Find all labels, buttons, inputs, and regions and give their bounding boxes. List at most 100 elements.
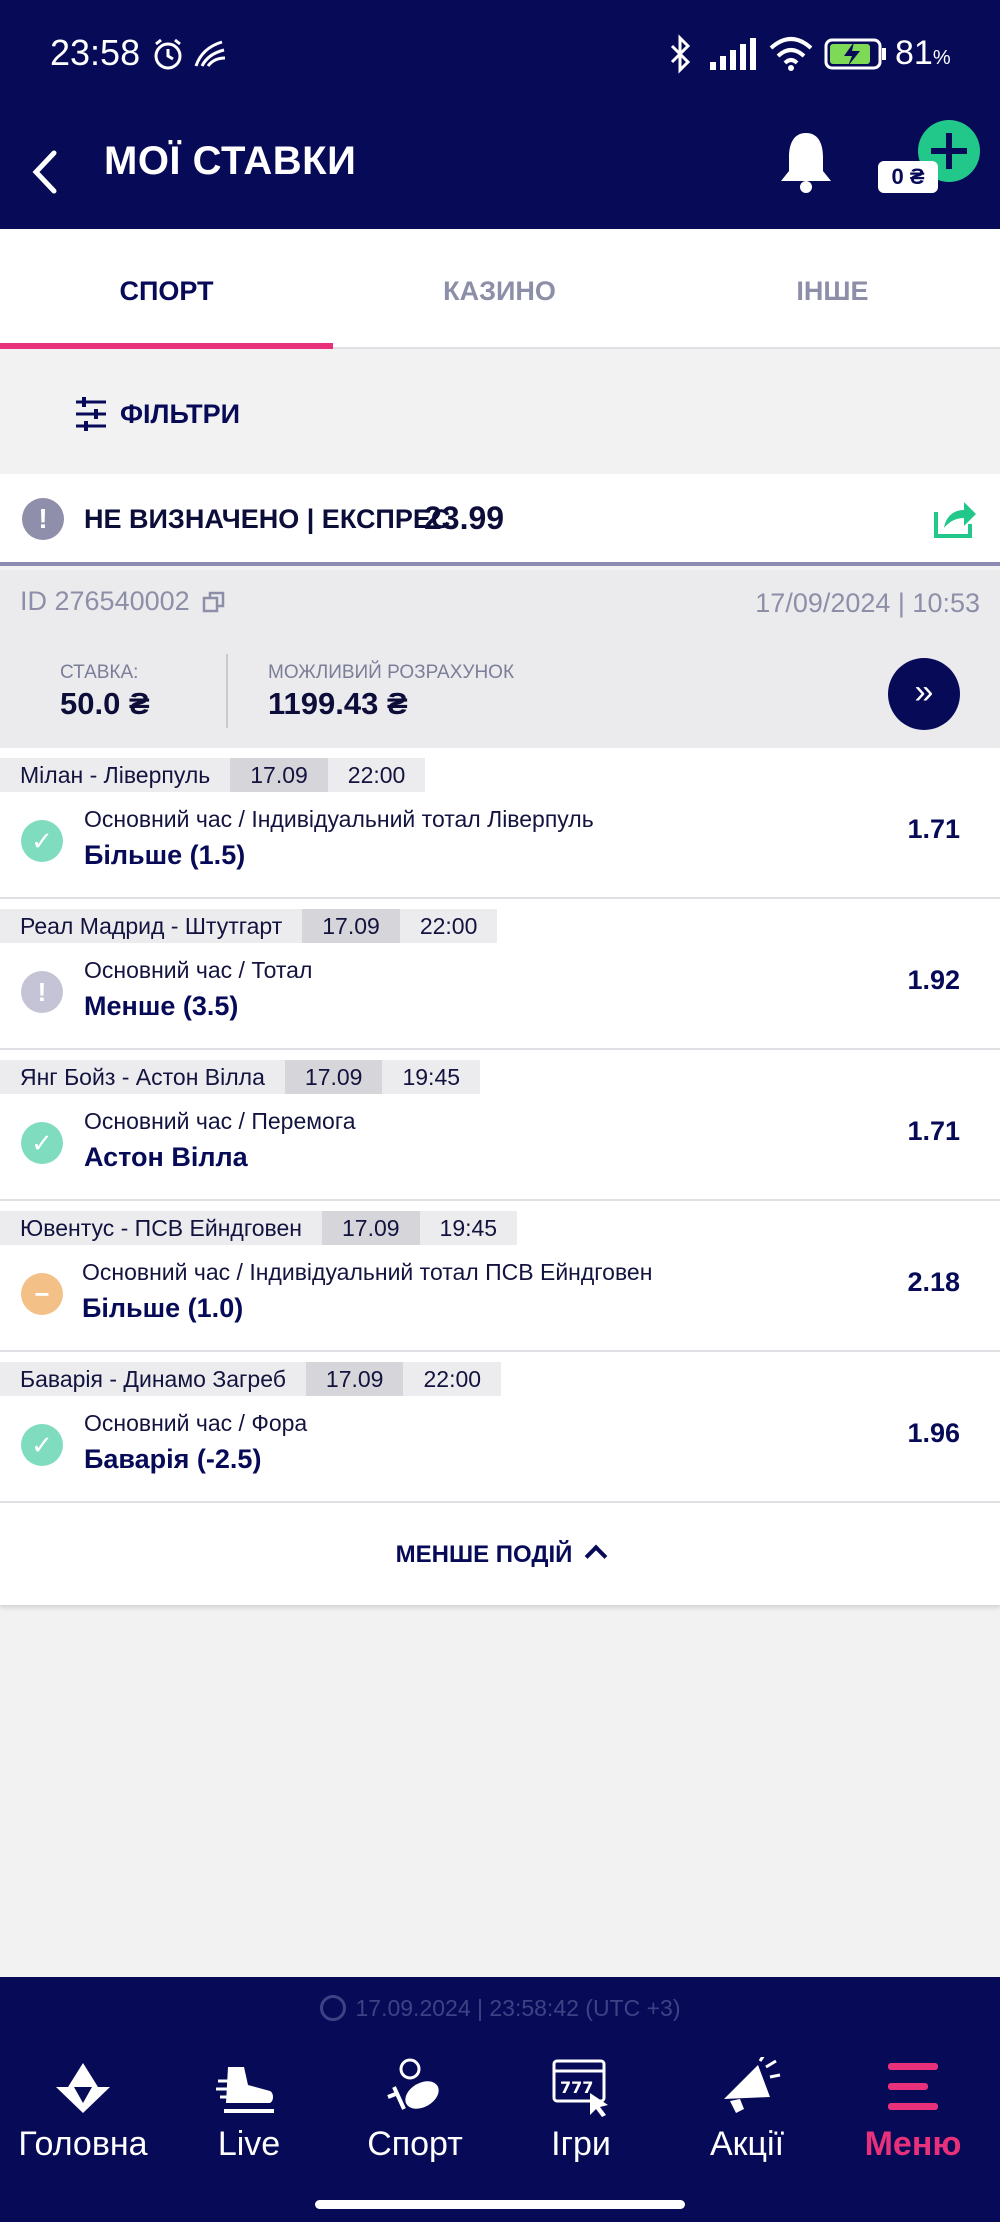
- bet-status: НЕ ВИЗНАЧЕНО | ЕКСПРЕС: [84, 504, 451, 534]
- odds: 1.71: [907, 814, 960, 844]
- alarm-icon: [154, 38, 182, 70]
- filters-button[interactable]: ФІЛЬТРИ: [74, 392, 240, 436]
- event-row[interactable]: Янг Бойз - Астон Вілла 17.09 19:45 ✓ Осн…: [0, 1050, 1000, 1201]
- balance-badge[interactable]: 0 ₴: [878, 161, 938, 193]
- won-check-icon: ✓: [21, 820, 63, 862]
- selection: Більше (1.0): [82, 1293, 244, 1323]
- event-row[interactable]: Баварія - Динамо Загреб 17.09 22:00 ✓ Ос…: [0, 1352, 1000, 1503]
- nav-sport[interactable]: Спорт: [332, 2057, 498, 2164]
- home-indicator[interactable]: [315, 2200, 685, 2209]
- bottom-navigation: 17.09.2024 | 23:58:42 (UTC +3) Головна L…: [0, 1977, 1000, 2222]
- bet-datetime: 17/09/2024 | 10:53: [755, 588, 980, 618]
- market: Основний час / Індивідуальний тотал Ліве…: [84, 806, 594, 832]
- divider: [226, 654, 228, 728]
- undetermined-status-icon: !: [22, 498, 64, 540]
- match-time: 19:45: [382, 1060, 481, 1094]
- bet-card-header: ! НЕ ВИЗНАЧЕНО | ЕКСПРЕС 23.99: [0, 474, 1000, 566]
- sport-icon: [387, 2058, 439, 2110]
- battery-icon: [824, 38, 886, 70]
- less-events-label: МЕНШЕ ПОДІЙ: [395, 1541, 573, 1568]
- match-name: Баварія - Динамо Загреб: [0, 1362, 306, 1396]
- bell-icon[interactable]: [775, 125, 837, 200]
- refund-minus-icon: −: [21, 1273, 63, 1315]
- potential-win-value: 1199.43 ₴: [268, 686, 408, 721]
- match-date: 17.09: [230, 758, 328, 792]
- filters-label: ФІЛЬТРИ: [120, 398, 241, 429]
- copy-icon[interactable]: [202, 590, 226, 614]
- potential-win-label: МОЖЛИВИЙ РОЗРАХУНОК: [268, 662, 515, 683]
- match-date: 17.09: [321, 1211, 420, 1245]
- match-name: Ювентус - ПСВ Ейндговен: [0, 1211, 322, 1245]
- selection: Більше (1.5): [84, 840, 246, 870]
- stake-value: 50.0 ₴: [60, 686, 150, 721]
- share-icon[interactable]: [930, 494, 978, 542]
- nav-games[interactable]: 777 Ігри: [498, 2057, 664, 2164]
- wifi-icon: [769, 37, 813, 71]
- match-info: Реал Мадрид - Штутгарт 17.09 22:00: [0, 909, 498, 943]
- odds: 1.92: [907, 965, 960, 995]
- nav-live[interactable]: Live: [166, 2057, 332, 2164]
- bet-details-button[interactable]: »: [888, 658, 960, 730]
- selection: Баварія (-2.5): [84, 1444, 262, 1474]
- match-date: 17.09: [284, 1060, 383, 1094]
- back-arrow-icon[interactable]: [24, 137, 64, 207]
- bluetooth-icon: [670, 34, 691, 74]
- selection: Астон Вілла: [84, 1142, 248, 1172]
- bet-id: ID 276540002: [20, 586, 226, 617]
- odds: 2.18: [907, 1267, 960, 1297]
- event-row[interactable]: Мілан - Ліверпуль 17.09 22:00 ✓ Основний…: [0, 748, 1000, 899]
- won-check-icon: ✓: [21, 1424, 63, 1466]
- tab-casino[interactable]: КАЗИНО: [333, 229, 666, 349]
- match-time: 19:45: [419, 1211, 518, 1245]
- nav-menu[interactable]: Меню: [830, 2057, 996, 2164]
- filter-sliders-icon: [76, 397, 106, 431]
- event-row[interactable]: Реал Мадрид - Штутгарт 17.09 22:00 ! Осн…: [0, 899, 1000, 1050]
- bet-summary: ID 276540002 17/09/2024 | 10:53 СТАВКА: …: [0, 570, 1000, 748]
- tab-sport[interactable]: СПОРТ: [0, 229, 333, 349]
- signal-icon: [710, 38, 756, 70]
- status-bar: 23:58 81%: [0, 0, 1000, 115]
- games-icon: 777: [552, 2059, 608, 2117]
- match-name: Реал Мадрид - Штутгарт: [0, 909, 303, 943]
- svg-text:777: 777: [560, 2078, 593, 2097]
- stake-label: СТАВКА:: [60, 662, 139, 683]
- match-info: Мілан - Ліверпуль 17.09 22:00: [0, 758, 426, 792]
- battery-percent: 81%: [895, 34, 951, 72]
- megaphone-icon: [724, 2057, 781, 2113]
- menu-icon: [888, 2063, 938, 2110]
- odds: 1.96: [907, 1418, 960, 1448]
- nav-home[interactable]: Головна: [0, 2057, 166, 2164]
- match-info: Янг Бойз - Астон Вілла 17.09 19:45: [0, 1060, 481, 1094]
- home-icon: [56, 2063, 110, 2113]
- market: Основний час / Індивідуальний тотал ПСВ …: [82, 1259, 653, 1285]
- less-events-button[interactable]: МЕНШЕ ПОДІЙ: [0, 1503, 1000, 1605]
- app-notification-icon: [194, 40, 226, 67]
- status-time: 23:58: [50, 32, 141, 73]
- match-time: 22:00: [403, 1362, 502, 1396]
- match-date: 17.09: [305, 1362, 404, 1396]
- event-row[interactable]: Ювентус - ПСВ Ейндговен 17.09 19:45 − Ос…: [0, 1201, 1000, 1352]
- tab-other[interactable]: ІНШЕ: [666, 229, 999, 349]
- market: Основний час / Тотал: [84, 957, 313, 983]
- match-date: 17.09: [302, 909, 400, 943]
- match-info: Ювентус - ПСВ Ейндговен 17.09 19:45: [0, 1211, 518, 1245]
- match-info: Баварія - Динамо Загреб 17.09 22:00: [0, 1362, 502, 1396]
- won-check-icon: ✓: [21, 1122, 63, 1164]
- tab-bar: СПОРТ КАЗИНО ІНШЕ: [0, 229, 1000, 349]
- pending-exclamation-icon: !: [21, 971, 63, 1013]
- clock-icon: [319, 1995, 346, 2021]
- chevron-up-icon: [585, 1544, 608, 1568]
- match-time: 22:00: [327, 758, 426, 792]
- odds: 1.71: [907, 1116, 960, 1146]
- match-name: Янг Бойз - Астон Вілла: [0, 1060, 285, 1094]
- market: Основний час / Перемога: [84, 1108, 356, 1134]
- page-title: МОЇ СТАВКИ: [104, 139, 357, 183]
- nav-promo[interactable]: Акції: [664, 2057, 830, 2164]
- server-time: 17.09.2024 | 23:58:42 (UTC +3): [0, 1995, 1000, 2022]
- selection: Менше (3.5): [84, 991, 239, 1021]
- match-name: Мілан - Ліверпуль: [0, 758, 231, 792]
- market: Основний час / Фора: [84, 1410, 308, 1436]
- match-time: 22:00: [399, 909, 498, 943]
- bet-total-odds: 23.99: [424, 500, 505, 536]
- app-header: МОЇ СТАВКИ 0 ₴: [0, 115, 1000, 229]
